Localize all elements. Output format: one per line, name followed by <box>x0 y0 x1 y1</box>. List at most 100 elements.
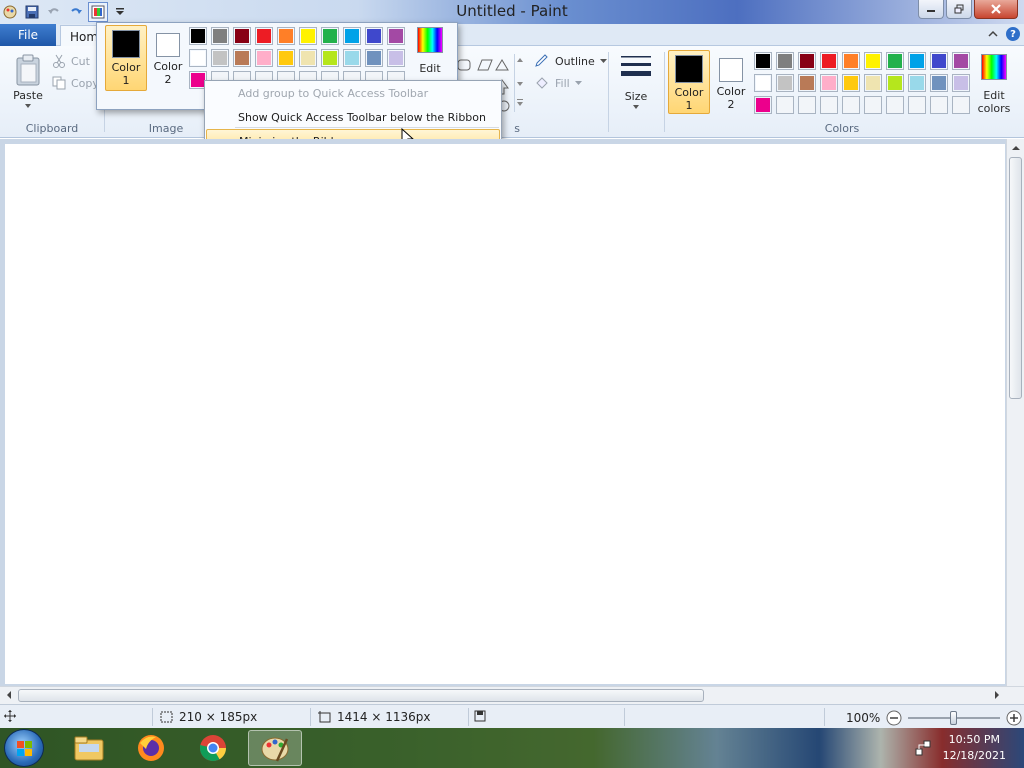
palette-empty-color-swatch[interactable] <box>820 96 838 114</box>
vertical-scroll-thumb[interactable] <box>1009 157 1022 399</box>
scroll-left-icon[interactable] <box>2 687 16 703</box>
palette-color-swatch-fill <box>778 76 792 90</box>
size-button[interactable]: Size <box>614 52 658 110</box>
popup-palette-color-swatch[interactable] <box>299 27 317 45</box>
popup-color1-selector[interactable]: Color 1 <box>105 25 147 91</box>
popup-palette-color-swatch[interactable] <box>365 49 383 67</box>
palette-empty-color-swatch[interactable] <box>952 96 970 114</box>
palette-empty-color-swatch[interactable] <box>908 96 926 114</box>
palette-color-swatch[interactable] <box>842 52 860 70</box>
palette-color-swatch[interactable] <box>754 74 772 92</box>
popup-palette-color-swatch[interactable] <box>211 27 229 45</box>
taskbar-firefox[interactable] <box>124 730 178 766</box>
palette-color-swatch[interactable] <box>754 52 772 70</box>
chevron-up-icon[interactable] <box>988 29 998 39</box>
popup-palette-color-swatch[interactable] <box>233 49 251 67</box>
zoom-out-icon[interactable] <box>886 710 902 726</box>
zoom-in-icon[interactable] <box>1006 710 1022 726</box>
palette-empty-color-swatch[interactable] <box>864 96 882 114</box>
edit-colors-button[interactable]: Edit colors <box>976 54 1012 115</box>
palette-color-swatch[interactable] <box>776 52 794 70</box>
palette-color-swatch[interactable] <box>908 74 926 92</box>
palette-empty-color-swatch[interactable] <box>776 96 794 114</box>
tab-file[interactable]: File <box>0 24 56 46</box>
menu-show-qat-below-ribbon[interactable]: Show Quick Access Toolbar below the Ribb… <box>238 111 486 124</box>
copy-button[interactable]: Copy <box>52 76 99 90</box>
shapes-scroll[interactable] <box>514 54 524 112</box>
palette-color-swatch[interactable] <box>886 74 904 92</box>
taskbar-paint[interactable] <box>248 730 302 766</box>
color-palette <box>754 52 974 116</box>
popup-palette-color-swatch[interactable] <box>321 27 339 45</box>
popup-edit-colors-button[interactable]: Edit <box>413 27 447 75</box>
palette-color-swatch[interactable] <box>930 52 948 70</box>
horizontal-scroll-thumb[interactable] <box>18 689 704 702</box>
palette-color-swatch[interactable] <box>798 52 816 70</box>
vertical-scrollbar[interactable] <box>1006 139 1024 686</box>
minimize-window-button[interactable] <box>918 0 944 19</box>
popup-palette-color-swatch[interactable] <box>343 49 361 67</box>
palette-color-swatch[interactable] <box>930 74 948 92</box>
popup-palette-color-swatch[interactable] <box>387 49 405 67</box>
scroll-up-icon[interactable] <box>1007 141 1024 155</box>
popup-palette-color-swatch[interactable] <box>189 49 207 67</box>
palette-empty-color-swatch[interactable] <box>930 96 948 114</box>
color1-selector[interactable]: Color 1 <box>668 50 710 114</box>
help-icon[interactable]: ? <box>1006 27 1020 41</box>
palette-color-swatch[interactable] <box>820 52 838 70</box>
popup-palette-color-swatch[interactable] <box>387 27 405 45</box>
image-size-item: 1414 × 1136px <box>318 710 430 724</box>
close-window-button[interactable] <box>974 0 1018 19</box>
fill-button[interactable]: Fill <box>534 76 582 90</box>
palette-empty-color-swatch[interactable] <box>842 96 860 114</box>
system-clock[interactable]: 10:50 PM 12/18/2021 <box>943 732 1006 764</box>
popup-palette-color-swatch[interactable] <box>365 27 383 45</box>
popup-palette-color-swatch[interactable] <box>233 27 251 45</box>
horizontal-scrollbar[interactable] <box>0 686 1024 704</box>
zoom-slider[interactable] <box>908 711 1001 725</box>
palette-color-swatch[interactable] <box>886 52 904 70</box>
restore-window-button[interactable] <box>946 0 972 19</box>
color1-swatch <box>675 55 703 83</box>
drawing-canvas[interactable] <box>5 144 1005 684</box>
palette-color-swatch[interactable] <box>908 52 926 70</box>
popup-palette-color-swatch[interactable] <box>211 49 229 67</box>
taskbar-file-explorer[interactable] <box>62 730 116 766</box>
palette-color-swatch[interactable] <box>754 96 772 114</box>
popup-palette-color-swatch[interactable] <box>343 27 361 45</box>
palette-color-swatch[interactable] <box>952 52 970 70</box>
palette-color-swatch[interactable] <box>842 74 860 92</box>
fill-bucket-icon <box>536 77 548 89</box>
zoom-slider-thumb[interactable] <box>950 711 958 725</box>
line-width-icon <box>621 56 651 76</box>
copy-label: Copy <box>71 76 99 90</box>
popup-palette-color-swatch[interactable] <box>255 49 273 67</box>
paste-label: Paste <box>13 89 43 102</box>
start-button[interactable] <box>4 729 44 767</box>
popup-palette-color-swatch[interactable] <box>277 27 295 45</box>
palette-color-swatch[interactable] <box>864 74 882 92</box>
outline-button[interactable]: Outline <box>534 54 607 68</box>
popup-palette-color-swatch-fill <box>367 51 381 65</box>
taskbar-chrome[interactable] <box>186 730 240 766</box>
selection-size: 210 × 185px <box>179 710 258 724</box>
palette-color-swatch[interactable] <box>864 52 882 70</box>
palette-color-swatch[interactable] <box>952 74 970 92</box>
popup-palette-color-swatch[interactable] <box>299 49 317 67</box>
popup-palette-color-swatch[interactable] <box>277 49 295 67</box>
scroll-right-icon[interactable] <box>990 687 1004 703</box>
popup-color2-selector[interactable]: Color 2 <box>147 25 189 89</box>
palette-color-swatch[interactable] <box>798 74 816 92</box>
color2-selector[interactable]: Color 2 <box>710 50 752 114</box>
popup-palette-color-swatch[interactable] <box>189 27 207 45</box>
network-icon[interactable] <box>914 739 932 757</box>
palette-empty-color-swatch[interactable] <box>798 96 816 114</box>
palette-color-swatch[interactable] <box>776 74 794 92</box>
ribbon-separator <box>608 52 609 132</box>
palette-color-swatch[interactable] <box>820 74 838 92</box>
popup-palette-color-swatch[interactable] <box>321 49 339 67</box>
palette-empty-color-swatch[interactable] <box>886 96 904 114</box>
cut-button[interactable]: Cut <box>52 54 90 68</box>
popup-palette-color-swatch[interactable] <box>255 27 273 45</box>
paste-button[interactable]: Paste <box>8 54 48 109</box>
